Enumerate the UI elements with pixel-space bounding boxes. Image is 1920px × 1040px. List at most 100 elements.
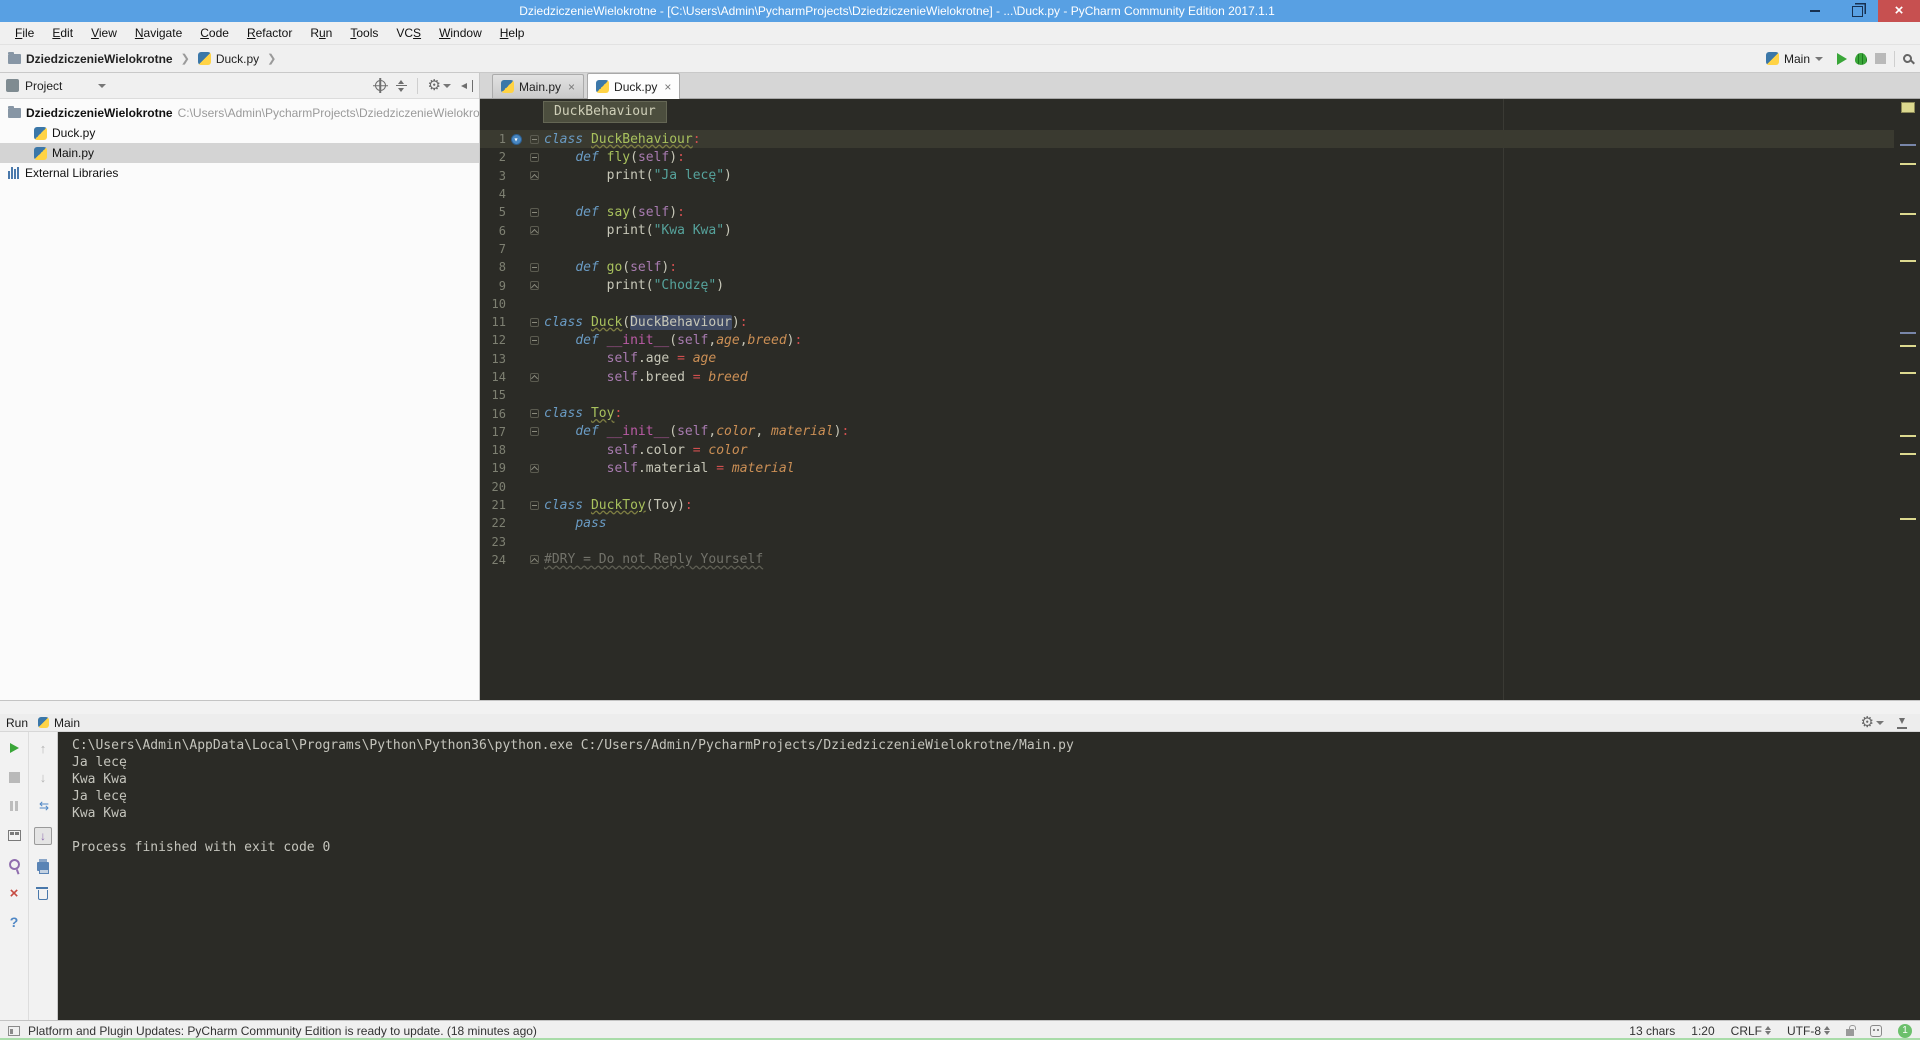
project-panel-title[interactable]: Project	[25, 79, 62, 93]
code-line-17[interactable]: 17 def __init__(self,color, material):	[480, 423, 1894, 441]
code-line-6[interactable]: 6 print("Kwa Kwa")	[480, 221, 1894, 239]
line-number[interactable]: 1	[480, 132, 506, 146]
menu-help[interactable]: Help	[491, 26, 534, 40]
minimize-button[interactable]	[1794, 0, 1836, 22]
warning-stripe-mark[interactable]	[1900, 435, 1916, 437]
clear-all-icon[interactable]	[35, 887, 51, 903]
encoding-selector[interactable]: UTF-8	[1787, 1024, 1830, 1038]
run-tab-main[interactable]: Main	[34, 716, 84, 730]
line-number[interactable]: 12	[480, 333, 506, 347]
menu-navigate[interactable]: Navigate	[126, 26, 191, 40]
warning-stripe-mark[interactable]	[1900, 163, 1916, 165]
inspection-profile-icon[interactable]	[1870, 1024, 1882, 1037]
pause-output-button[interactable]	[6, 798, 22, 814]
print-icon[interactable]	[35, 858, 51, 874]
code-line-1[interactable]: 1 ▾ class DuckBehaviour:	[480, 130, 1894, 149]
line-number[interactable]: 16	[480, 407, 506, 421]
code-editor[interactable]: DuckBehaviour 1 ▾ class DuckBehaviour: 2 de…	[480, 99, 1920, 700]
warning-stripe-mark[interactable]	[1900, 453, 1916, 455]
run-button[interactable]	[1837, 52, 1847, 65]
line-number[interactable]: 21	[480, 498, 506, 512]
error-stripe[interactable]	[1894, 99, 1920, 700]
fold-marker-icon[interactable]	[526, 427, 542, 437]
menu-vcs[interactable]: VCS	[387, 26, 430, 40]
collapse-all-icon[interactable]	[395, 79, 407, 92]
line-number[interactable]: 7	[480, 242, 506, 256]
inspection-indicator[interactable]	[1901, 102, 1915, 113]
rerun-button[interactable]	[6, 740, 22, 756]
fold-marker-icon[interactable]	[526, 171, 542, 181]
highlight-stripe-mark[interactable]	[1900, 332, 1916, 334]
run-configuration-selector[interactable]: Main	[1760, 50, 1829, 68]
search-everywhere-icon[interactable]	[1903, 54, 1912, 63]
line-number[interactable]: 19	[480, 461, 506, 475]
project-settings-button[interactable]: ⚙	[428, 78, 451, 93]
code-line-24[interactable]: 24 #DRY = Do not Reply Yourself	[480, 551, 1894, 569]
breadcrumb-project[interactable]: DziedziczenieWielokrotne	[26, 52, 173, 66]
menu-view[interactable]: View	[82, 26, 126, 40]
tree-item-dziedziczeniewielokrotne[interactable]: DziedziczenieWielokrotne C:\Users\Admin\…	[0, 103, 483, 123]
stop-process-button[interactable]	[6, 769, 22, 785]
class-gutter-icon[interactable]: ▾	[506, 133, 526, 145]
code-line-10[interactable]: 10	[480, 295, 1894, 313]
code-line-21[interactable]: 21 class DuckToy(Toy):	[480, 496, 1894, 514]
lock-icon[interactable]	[1846, 1024, 1856, 1036]
line-number[interactable]: 18	[480, 443, 506, 457]
highlight-stripe-mark[interactable]	[1900, 144, 1916, 146]
run-panel-title[interactable]: Run	[6, 716, 28, 730]
line-number[interactable]: 20	[480, 480, 506, 494]
toggle-tool-windows-icon[interactable]	[8, 1025, 20, 1036]
close-tab-icon[interactable]: ×	[568, 80, 575, 94]
run-console-output[interactable]: C:\Users\Admin\AppData\Local\Programs\Py…	[58, 732, 1920, 1020]
line-number[interactable]: 3	[480, 169, 506, 183]
hide-panel-icon[interactable]	[461, 79, 473, 92]
locate-file-icon[interactable]	[374, 80, 386, 91]
line-number[interactable]: 10	[480, 297, 506, 311]
fold-marker-icon[interactable]	[526, 500, 542, 510]
code-line-5[interactable]: 5 def say(self):	[480, 203, 1894, 221]
line-number[interactable]: 22	[480, 516, 506, 530]
menu-file[interactable]: File	[6, 26, 43, 40]
use-soft-wraps-icon[interactable]: ⇆	[35, 798, 51, 814]
caret-position[interactable]: 1:20	[1691, 1024, 1714, 1038]
fold-marker-icon[interactable]	[526, 372, 542, 382]
code-line-22[interactable]: 22 pass	[480, 514, 1894, 532]
code-line-7[interactable]: 7	[480, 240, 1894, 258]
close-run-panel-button[interactable]: ×	[6, 885, 22, 902]
line-number[interactable]: 4	[480, 187, 506, 201]
code-line-20[interactable]: 20	[480, 478, 1894, 496]
code-line-11[interactable]: 11 class Duck(DuckBehaviour):	[480, 313, 1894, 331]
code-line-4[interactable]: 4	[480, 185, 1894, 203]
line-number[interactable]: 14	[480, 370, 506, 384]
breadcrumb-file[interactable]: Duck.py	[216, 52, 259, 66]
code-line-2[interactable]: 2 def fly(self):	[480, 148, 1894, 166]
stop-button[interactable]	[1875, 53, 1886, 64]
code-line-9[interactable]: 9 print("Chodzę")	[480, 276, 1894, 294]
run-settings-button[interactable]: ⚙	[1861, 715, 1884, 730]
line-number[interactable]: 9	[480, 279, 506, 293]
line-number[interactable]: 23	[480, 535, 506, 549]
fold-marker-icon[interactable]	[526, 226, 542, 236]
tree-item-main-py[interactable]: Main.py	[0, 143, 479, 163]
menu-edit[interactable]: Edit	[43, 26, 82, 40]
code-line-13[interactable]: 13 self.age = age	[480, 350, 1894, 368]
fold-marker-icon[interactable]	[526, 281, 542, 291]
scroll-to-end-icon[interactable]: ↓	[34, 827, 52, 845]
line-ending-selector[interactable]: CRLF	[1731, 1024, 1771, 1038]
status-message[interactable]: Platform and Plugin Updates: PyCharm Com…	[28, 1024, 537, 1038]
restore-button[interactable]	[1836, 0, 1878, 22]
line-number[interactable]: 15	[480, 388, 506, 402]
fold-marker-icon[interactable]	[526, 335, 542, 345]
menu-window[interactable]: Window	[430, 26, 491, 40]
notification-badge[interactable]: 1	[1898, 1023, 1912, 1038]
warning-stripe-mark[interactable]	[1900, 345, 1916, 347]
code-line-15[interactable]: 15	[480, 386, 1894, 404]
editor-tab-duck-py[interactable]: Duck.py ×	[587, 73, 681, 99]
panel-splitter[interactable]	[0, 700, 1920, 714]
menu-refactor[interactable]: Refactor	[238, 26, 301, 40]
help-icon[interactable]: ?	[6, 914, 22, 930]
code-line-3[interactable]: 3 print("Ja lecę")	[480, 167, 1894, 185]
fold-marker-icon[interactable]	[526, 555, 542, 565]
menu-run[interactable]: Run	[301, 26, 341, 40]
warning-stripe-mark[interactable]	[1900, 260, 1916, 262]
